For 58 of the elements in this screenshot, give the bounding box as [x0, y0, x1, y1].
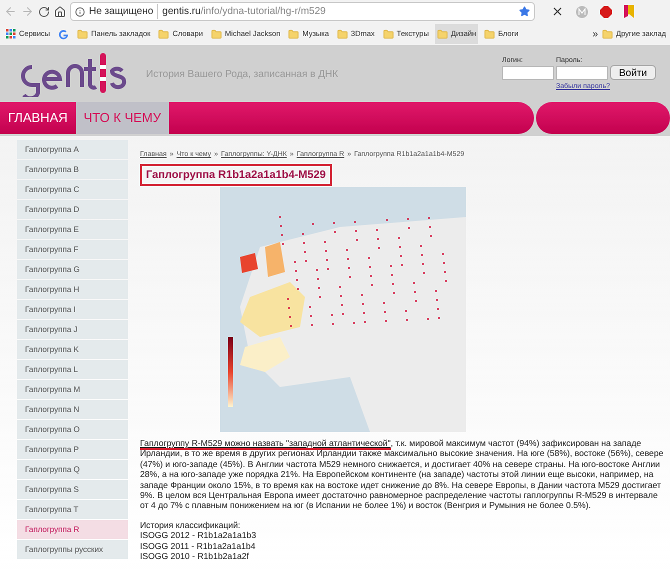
folder-icon — [436, 28, 448, 40]
history-item: ISOGG 2011 - R1b1a2a1a1b4 — [140, 540, 256, 552]
sidebar-item[interactable]: Гаплогруппа P — [17, 440, 128, 459]
sidebar-item[interactable]: Гаплогруппа I — [17, 300, 128, 319]
apps-grid-icon — [6, 29, 16, 39]
adblock-icon[interactable] — [600, 6, 612, 18]
sidebar-item[interactable]: Гаплогруппа J — [17, 320, 128, 339]
login-button[interactable]: Войти — [610, 65, 656, 80]
sidebar-item[interactable]: Гаплогруппа S — [17, 480, 128, 499]
heat-region-france — [240, 282, 305, 337]
sidebar-item[interactable]: Гаплогруппа N — [17, 400, 128, 419]
sidebar-item[interactable]: Гаплогруппа A — [17, 140, 128, 159]
sidebar-item[interactable]: Гаплогруппа Q — [17, 460, 128, 479]
sidebar-item[interactable]: Гаплогруппа T — [17, 500, 128, 519]
sidebar-item[interactable]: Гаплогруппа O — [17, 420, 128, 439]
sidebar-item[interactable]: Гаплогруппа B — [17, 160, 128, 179]
sidebar-item[interactable]: Гаплогруппа H — [17, 280, 128, 299]
sidebar-item[interactable]: Гаплогруппы русских — [17, 540, 128, 559]
url-text: gentis.ru/info/ydna-tutorial/hg-r/m529 — [157, 4, 326, 19]
folder-icon — [210, 28, 222, 40]
sidebar-item[interactable]: Гаплогруппа L — [17, 360, 128, 379]
sidebar-item[interactable]: Гаплогруппа F — [17, 240, 128, 259]
heat-region-ireland — [240, 253, 258, 273]
login-field[interactable] — [502, 66, 554, 80]
history-item: ISOGG 2010 - R1b1b2a1a2f — [140, 551, 249, 562]
x-extension-icon[interactable] — [551, 5, 564, 18]
sidebar-item[interactable]: Гаплогруппа M — [17, 380, 128, 399]
heat-region-britain — [265, 242, 285, 277]
page-title: Гаплогруппа R1b1a2a1a1b4-M529 — [140, 164, 332, 186]
address-bar[interactable]: Не защищено gentis.ru/info/ydna-tutorial/hg-r/m529 — [70, 2, 535, 21]
history-heading: История классификаций: — [140, 520, 240, 530]
folder-icon — [77, 28, 88, 40]
folder-icon — [336, 28, 348, 40]
article-link[interactable]: Гаплогруппу R-M529 можно назвать "западной атлантической" — [140, 438, 391, 450]
folder-icon — [602, 28, 613, 40]
password-field[interactable] — [556, 66, 608, 80]
sidebar-item[interactable]: Гаплогруппа C — [17, 180, 128, 199]
nav-tab[interactable]: ГЛАВНАЯ — [0, 102, 76, 134]
folder-icon — [288, 28, 300, 40]
sidebar-item[interactable]: Гаплогруппа R — [17, 520, 128, 539]
folder-icon — [484, 28, 496, 40]
info-icon — [75, 6, 85, 16]
color-scale-legend — [228, 337, 233, 407]
article-paragraph: Гаплогруппу R-M529 можно назвать "западной атлантической", т.к. мировой максимум частот (94%) зафиксирован на западе Ирландии, в то же время в других регионах Ирландии также максимально высокие значения. На юге (58%), востоке (56%), севере (47%) и юго-западе (45%). В Англии частота M529 немного снижается, и достигает 40% на севере страны. На юго-востоке Англии 28%, а на юго-западе уже порядка 21%. На Европейском континенте (на западе) частоты этой линии еще высоки, например, на западе Франции около 15%, в то время как на востоке идет снижение до 8%. На севере Европы, в Дании частота M529 достигает 9%. В целом вся Центральная Европа имеет достаточно равномерное распределение частоты гаплогруппы R-M529 в интервале от 4 до 7% с плавным понижением на юг (в Испании не более 1%) и восток (Венгрия и Румыния не более 0.5%). — [140, 438, 664, 511]
folder-icon — [382, 28, 394, 40]
google-g-icon — [58, 28, 70, 40]
sidebar-item[interactable]: Гаплогруппа D — [17, 200, 128, 219]
history-item: ISOGG 2012 - R1b1a2a1a1b3 — [140, 530, 256, 541]
bookmarks-overflow[interactable]: » — [592, 26, 598, 42]
sidebar-item[interactable]: Гаплогруппа K — [17, 340, 128, 359]
sidebar-item[interactable]: Гаплогруппа E — [17, 220, 128, 239]
flag-icon[interactable] — [624, 5, 634, 18]
bookmark-star-icon[interactable] — [519, 6, 530, 17]
sidebar-item[interactable]: Гаплогруппа G — [17, 260, 128, 279]
home-icon[interactable] — [54, 6, 66, 18]
security-label: Не защищено — [89, 5, 154, 19]
folder-icon — [158, 28, 170, 40]
reload-icon[interactable] — [38, 6, 50, 18]
